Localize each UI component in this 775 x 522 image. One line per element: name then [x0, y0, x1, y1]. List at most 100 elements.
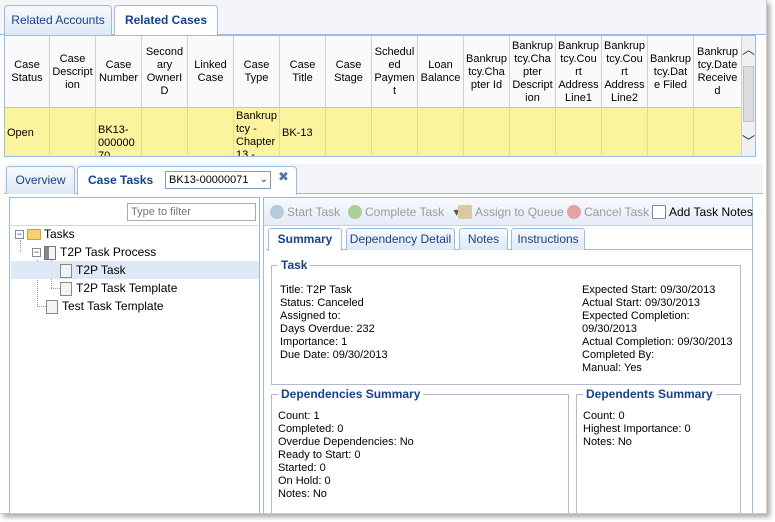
- add-task-notes-button[interactable]: Add Task Notes: [652, 204, 753, 220]
- task-field: Due Date: 09/30/2013: [280, 349, 388, 361]
- column-header[interactable]: Bankrup tcy.Cha pter Descript ion: [510, 36, 556, 108]
- tree-node-label: Test Task Template: [62, 299, 164, 313]
- detail-tab-bar: Summary Dependency Detail Notes Instruct…: [266, 228, 752, 251]
- column-header[interactable]: Second ary OwnerI D: [142, 36, 188, 108]
- tree-node-label: T2P Task Template: [76, 281, 178, 295]
- tab-dependency-detail[interactable]: Dependency Detail: [346, 228, 455, 250]
- start-task-label: Start Task: [287, 205, 341, 219]
- dependency-field: Completed: 0: [278, 423, 344, 435]
- table-cell: BK-13: [280, 108, 326, 156]
- table-cell: [648, 108, 694, 156]
- start-task-button[interactable]: Start Task: [270, 204, 340, 220]
- assign-icon: [458, 205, 472, 219]
- column-header[interactable]: Case Title: [280, 36, 326, 108]
- task-field: Completed By:: [582, 349, 655, 361]
- tab-summary[interactable]: Summary: [268, 228, 342, 251]
- check-icon: [348, 205, 362, 219]
- assign-to-queue-button[interactable]: Assign to Queue: [458, 204, 564, 220]
- dependencies-fieldset: Dependencies Summary Count: 1 Completed: …: [271, 386, 569, 513]
- notes-icon: [652, 205, 666, 219]
- scroll-down-icon[interactable]: ﹀: [742, 128, 755, 156]
- table-cell: [602, 108, 648, 156]
- task-detail-panel: Start Task Complete Task ▾ Assign to Que…: [263, 197, 753, 513]
- dependency-field: Overdue Dependencies: No: [278, 436, 414, 448]
- collapse-icon[interactable]: −: [32, 248, 41, 258]
- column-header[interactable]: Case Status: [5, 36, 50, 108]
- task-fieldset: Task Title: T2P Task Status: Canceled Assi…: [271, 257, 741, 385]
- tree-node-test-task-template[interactable]: Test Task Template: [46, 297, 255, 315]
- table-cell: [326, 108, 372, 156]
- table-cell: [188, 108, 234, 156]
- related-cases-grid: Case Status Case Descript ion Case Number Secon…: [4, 35, 756, 157]
- column-header[interactable]: Case Stage: [326, 36, 372, 108]
- process-icon: [44, 245, 56, 260]
- task-field: Actual Completion: 09/30/2013: [582, 336, 733, 348]
- cancel-icon: [567, 205, 581, 219]
- tree-filter-input[interactable]: Type to filter: [127, 203, 256, 221]
- chevron-down-icon: ⌄: [259, 174, 268, 185]
- cancel-task-button[interactable]: Cancel Task: [567, 204, 649, 220]
- task-field: Assigned to:: [280, 310, 341, 322]
- column-header[interactable]: Bankrup tcy.Cha pter Id: [464, 36, 510, 108]
- table-cell: [372, 108, 418, 156]
- tree-node-t2p-task-process[interactable]: − T2P Task Process: [32, 243, 256, 261]
- table-cell: [464, 108, 510, 156]
- column-header[interactable]: Bankrup tcy.Cou rt Address Line1: [556, 36, 602, 108]
- task-field: Actual Start: 09/30/2013: [582, 297, 701, 309]
- tree-node-t2p-task[interactable]: T2P Task: [11, 261, 259, 279]
- tab-related-accounts[interactable]: Related Accounts: [4, 5, 112, 35]
- table-row[interactable]: Open BK13- 000000 70 Bankrup tcy - Chapter 13 -…: [5, 108, 742, 156]
- case-number-select[interactable]: BK13-00000071 ⌄: [165, 171, 271, 189]
- task-field: Manual: Yes: [582, 362, 642, 374]
- task-field: Expected Completion:: [582, 310, 690, 322]
- collapse-icon[interactable]: −: [15, 230, 24, 240]
- tree-line: [51, 288, 60, 289]
- tree-line: [37, 306, 46, 307]
- table-cell: [50, 108, 96, 156]
- tab-case-tasks-label: Case Tasks: [88, 173, 154, 187]
- column-header[interactable]: Loan Balance: [418, 36, 464, 108]
- case-window: Related Accounts Related Cases Case Statu…: [0, 0, 767, 514]
- column-header[interactable]: Case Descript ion: [50, 36, 96, 108]
- scroll-thumb[interactable]: [743, 66, 754, 122]
- tab-related-cases[interactable]: Related Cases: [114, 5, 218, 36]
- dependency-field: Started: 0: [278, 462, 326, 474]
- tab-notes[interactable]: Notes: [459, 228, 508, 250]
- tab-overview[interactable]: Overview: [6, 166, 75, 194]
- document-icon: [60, 281, 72, 296]
- document-icon: [60, 263, 72, 278]
- case-select-value: BK13-00000071: [169, 174, 249, 186]
- task-field: Expected Start: 09/30/2013: [582, 284, 716, 296]
- grid-header: Case Status Case Descript ion Case Number Secon…: [5, 36, 742, 108]
- cancel-task-label: Cancel Task: [584, 205, 650, 219]
- task-field: Status: Canceled: [280, 297, 364, 309]
- column-header[interactable]: Bankrup tcy.Dat e Filed: [648, 36, 694, 108]
- table-cell: BK13- 000000 70: [96, 108, 142, 156]
- column-header[interactable]: Bankrup tcy.Cou rt Address Line2: [602, 36, 648, 108]
- close-tab-icon[interactable]: ✖: [278, 169, 289, 185]
- column-header[interactable]: Linked Case: [188, 36, 234, 108]
- table-cell: [694, 108, 742, 156]
- table-cell: Bankrup tcy - Chapter 13 -: [234, 108, 280, 156]
- tree-node-label: T2P Task: [76, 263, 126, 277]
- dependent-field: Count: 0: [583, 410, 625, 422]
- folder-icon: [27, 229, 41, 241]
- dependency-field: Ready to Start: 0: [278, 449, 361, 461]
- grid-scrollbar[interactable]: ︿ ﹀: [741, 36, 755, 156]
- tree-node-label: Tasks: [44, 227, 75, 241]
- scroll-up-icon[interactable]: ︿: [742, 36, 755, 64]
- dependency-field: Notes: No: [278, 488, 327, 500]
- tree-node-label: T2P Task Process: [60, 245, 157, 259]
- complete-task-button[interactable]: Complete Task ▾: [348, 204, 460, 220]
- top-tab-bar: Related Accounts Related Cases: [0, 0, 766, 36]
- tree-node-tasks[interactable]: − Tasks: [15, 225, 255, 243]
- dependency-field: On Hold: 0: [278, 475, 331, 487]
- column-header[interactable]: Schedul ed Paymen t: [372, 36, 418, 108]
- dependents-legend: Dependents Summary: [583, 386, 716, 402]
- column-header[interactable]: Case Type: [234, 36, 280, 108]
- column-header[interactable]: Case Number: [96, 36, 142, 108]
- tree-node-t2p-task-template[interactable]: T2P Task Template: [60, 279, 255, 297]
- column-header[interactable]: Bankrup tcy.Date Receive d: [694, 36, 742, 108]
- table-cell: [556, 108, 602, 156]
- tab-instructions[interactable]: Instructions: [511, 228, 585, 250]
